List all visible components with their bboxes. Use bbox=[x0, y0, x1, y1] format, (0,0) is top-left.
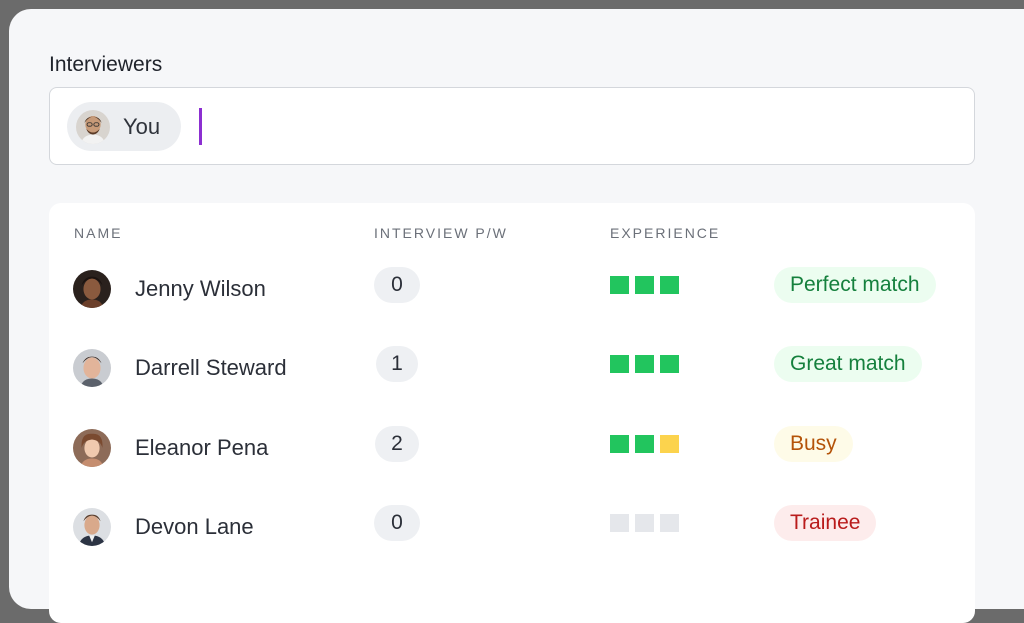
experience-meter bbox=[610, 276, 679, 294]
interviewers-panel: Interviewers You NAME INTERVIEW P/W EXPE… bbox=[9, 9, 1024, 623]
experience-bar bbox=[660, 435, 679, 453]
interviewer-name: Devon Lane bbox=[135, 514, 254, 539]
interviewers-label: Interviewers bbox=[49, 53, 163, 76]
interviewer-name: Eleanor Pena bbox=[135, 435, 269, 460]
interview-count-badge: 1 bbox=[376, 346, 418, 382]
avatar bbox=[73, 349, 111, 387]
table-row[interactable]: Jenny Wilson 0 Perfect match bbox=[49, 249, 975, 329]
status-badge: Trainee bbox=[774, 505, 877, 541]
column-header-interview: INTERVIEW P/W bbox=[374, 225, 508, 241]
experience-bar bbox=[635, 276, 654, 294]
text-caret bbox=[199, 108, 202, 145]
experience-bar bbox=[610, 276, 629, 294]
user-avatar bbox=[76, 109, 110, 144]
experience-bar bbox=[660, 355, 679, 373]
interview-count-badge: 2 bbox=[375, 426, 419, 462]
experience-bar bbox=[635, 435, 654, 453]
status-badge: Great match bbox=[774, 346, 922, 382]
experience-bar bbox=[610, 435, 629, 453]
column-header-name: NAME bbox=[74, 225, 123, 241]
status-badge: Busy bbox=[774, 426, 853, 462]
experience-meter bbox=[610, 355, 679, 373]
interview-count-badge: 0 bbox=[374, 505, 420, 541]
avatar bbox=[73, 508, 111, 546]
interview-count-badge: 0 bbox=[374, 267, 420, 303]
interviewers-input[interactable]: You bbox=[49, 87, 975, 165]
avatar bbox=[73, 429, 111, 467]
experience-meter bbox=[610, 514, 679, 532]
interviewer-name: Jenny Wilson bbox=[135, 276, 266, 301]
interviewers-table: NAME INTERVIEW P/W EXPERIENCE Jenny Wils… bbox=[49, 203, 975, 623]
chip-label: You bbox=[123, 113, 161, 139]
interviewer-chip-you[interactable]: You bbox=[67, 102, 181, 151]
table-row[interactable]: Darrell Steward 1 Great match bbox=[49, 328, 975, 408]
avatar bbox=[73, 270, 111, 308]
experience-bar bbox=[660, 276, 679, 294]
interviewer-name: Darrell Steward bbox=[135, 355, 287, 380]
experience-bar bbox=[610, 355, 629, 373]
column-header-experience: EXPERIENCE bbox=[610, 225, 721, 241]
experience-meter bbox=[610, 435, 679, 453]
table-row[interactable]: Eleanor Pena 2 Busy bbox=[49, 408, 975, 488]
table-row[interactable]: Devon Lane 0 Trainee bbox=[49, 487, 975, 567]
status-badge: Perfect match bbox=[774, 267, 936, 303]
experience-bar bbox=[610, 514, 629, 532]
experience-bar bbox=[635, 355, 654, 373]
experience-bar bbox=[660, 514, 679, 532]
experience-bar bbox=[635, 514, 654, 532]
